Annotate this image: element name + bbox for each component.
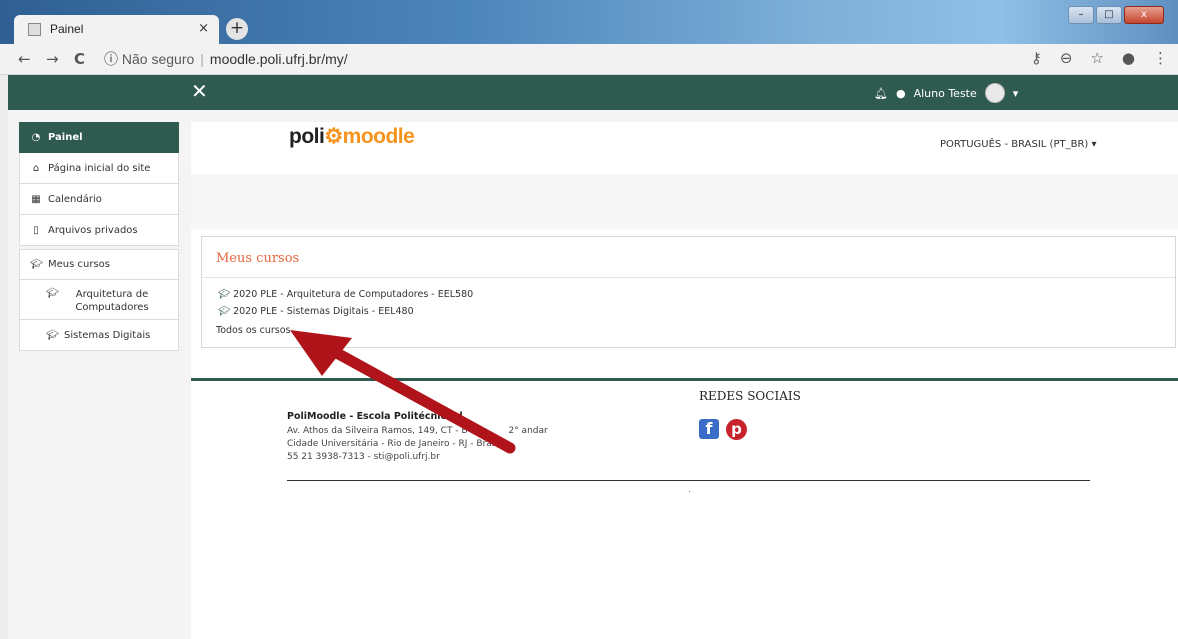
new-tab-button[interactable]: + [226, 18, 248, 40]
site-logo[interactable]: poli⚙moodle [289, 124, 415, 149]
sidebar-item-label: Arquitetura de Computadores [75, 289, 149, 313]
sidebar-item-label: Calendário [48, 193, 102, 205]
pinterest-icon[interactable]: p [726, 419, 747, 440]
close-drawer-icon[interactable]: ✕ [191, 79, 208, 103]
window-controls: – □ x [1068, 6, 1164, 26]
graduation-cap-icon: 🎓︎ [46, 329, 59, 341]
toolbar-actions: ⚷ ⊖ ☆ ● ⋮ [1031, 49, 1168, 67]
browser-tab-bar: Painel × + – □ x [0, 0, 1178, 44]
key-icon[interactable]: ⚷ [1031, 49, 1042, 67]
course-link[interactable]: 🎓︎ 2020 PLE - Arquitetura de Computadores… [218, 289, 473, 300]
back-icon[interactable]: ← [18, 50, 31, 68]
footer-address-line-2: Cidade Universitária - Rio de Janeiro - … [287, 439, 497, 449]
footer-dot: . [688, 485, 691, 495]
bookmark-star-icon[interactable]: ☆ [1090, 49, 1103, 67]
social-icons: f p [699, 419, 747, 440]
sidebar-item-painel[interactable]: ◔ Painel [19, 122, 179, 153]
footer-contact: 55 21 3938-7313 - sti@poli.ufrj.br [287, 452, 440, 462]
url-text: moodle.poli.ufrj.br/my/ [209, 51, 348, 67]
bell-icon[interactable]: 🔔︎ [874, 87, 888, 100]
sidebar-item-my-courses[interactable]: 🎓︎ Meus cursos [19, 249, 179, 280]
dashboard-icon: ◔ [31, 132, 41, 143]
minimize-button[interactable]: – [1068, 6, 1094, 24]
sidebar-item-private-files[interactable]: ▯ Arquivos privados [19, 215, 179, 246]
tab-title: Painel [50, 22, 84, 36]
close-window-button[interactable]: x [1124, 6, 1164, 24]
browser-tab[interactable]: Painel × [14, 15, 219, 44]
info-icon[interactable]: ⓘ [104, 51, 118, 67]
maximize-button[interactable]: □ [1096, 6, 1122, 24]
reload-icon[interactable]: C [74, 50, 85, 68]
address-bar[interactable]: ⓘ Não seguro | moodle.poli.ufrj.br/my/ [104, 48, 1024, 71]
facebook-icon[interactable]: f [699, 419, 719, 439]
graduation-cap-icon: 🎓︎ [218, 289, 231, 300]
moodle-navbar: ✕ 🔔︎ ● Aluno Teste ▾ [8, 75, 1178, 110]
course-link-label: 2020 PLE - Sistemas Digitais - EEL480 [233, 306, 414, 317]
block-divider [202, 277, 1175, 278]
language-selector[interactable]: PORTUGUÊS - BRASIL (PT_BR) ▾ [940, 139, 1097, 150]
logo-text-moodle: moodle [342, 125, 415, 148]
footer-address-part: Av. Athos da Silveira Ramos, 149, CT - B [287, 426, 468, 436]
menu-kebab-icon[interactable]: ⋮ [1153, 49, 1168, 67]
social-title: REDES SOCIAIS [699, 389, 801, 403]
home-icon: ⌂ [32, 162, 40, 174]
favicon-icon [28, 23, 41, 36]
sidebar-item-home[interactable]: ⌂ Página inicial do site [19, 153, 179, 184]
user-name[interactable]: Aluno Teste [914, 87, 977, 100]
course-link-label: 2020 PLE - Arquitetura de Computadores -… [233, 289, 474, 300]
main-region: poli⚙moodle PORTUGUÊS - BRASIL (PT_BR) ▾… [191, 122, 1178, 639]
address-separator: | [200, 51, 204, 67]
graduation-cap-icon: 🎓︎ [30, 259, 43, 270]
avatar[interactable] [984, 83, 1005, 103]
forward-icon[interactable]: → [46, 50, 59, 68]
course-link[interactable]: 🎓︎ 2020 PLE - Sistemas Digitais - EEL480 [218, 306, 414, 317]
footer-address-line-1: Av. Athos da Silveira Ramos, 149, CT - B… [287, 426, 548, 436]
calendar-icon: ▦ [31, 193, 41, 205]
all-courses-link[interactable]: Todos os cursos ... [216, 325, 303, 336]
page-header: poli⚙moodle PORTUGUÊS - BRASIL (PT_BR) ▾ [191, 122, 1178, 174]
user-menu[interactable]: 🔔︎ ● Aluno Teste ▾ [874, 83, 1018, 103]
page-footer: PoliMoodle - Escola Politécnica d Av. At… [191, 378, 1178, 512]
sidebar-item-course-sistemas[interactable]: 🎓︎ Sistemas Digitais [19, 320, 179, 351]
block-title: Meus cursos [216, 251, 300, 266]
sidebar-item-calendar[interactable]: ▦ Calendário [19, 184, 179, 215]
page-strip [191, 174, 1178, 229]
sidebar-item-label: Sistemas Digitais [64, 329, 151, 341]
chat-icon[interactable]: ● [896, 87, 906, 100]
footer-org-name: PoliMoodle - Escola Politécnica d [287, 411, 463, 422]
security-label: Não seguro [121, 51, 195, 67]
logo-gear-icon: ⚙ [324, 125, 343, 148]
sidebar-item-label: Meus cursos [48, 259, 110, 270]
browser-toolbar: ← → C ⓘ Não seguro | moodle.poli.ufrj.br/m… [0, 44, 1178, 75]
graduation-cap-icon: 🎓︎ [46, 288, 59, 299]
file-icon: ▯ [33, 224, 39, 236]
sidebar-item-label: Página inicial do site [48, 162, 151, 174]
sidebar-item-label: Arquivos privados [48, 224, 138, 236]
nav-drawer: ◔ Painel ⌂ Página inicial do site ▦ Cale… [19, 122, 179, 351]
zoom-icon[interactable]: ⊖ [1060, 49, 1073, 67]
graduation-cap-icon: 🎓︎ [218, 306, 231, 317]
tab-close-icon[interactable]: × [198, 21, 209, 36]
user-menu-caret-icon[interactable]: ▾ [1013, 87, 1019, 100]
profile-icon[interactable]: ● [1122, 49, 1135, 67]
logo-text-poli: poli [289, 125, 325, 148]
my-courses-block: Meus cursos 🎓︎ 2020 PLE - Arquitetura de … [201, 236, 1176, 348]
footer-address-part: 2° andar [508, 426, 548, 436]
sidebar-item-course-arquitetura[interactable]: 🎓︎ Arquitetura de Computadores [19, 280, 179, 320]
sidebar-item-label: Painel [48, 132, 83, 143]
footer-rule [287, 480, 1090, 481]
